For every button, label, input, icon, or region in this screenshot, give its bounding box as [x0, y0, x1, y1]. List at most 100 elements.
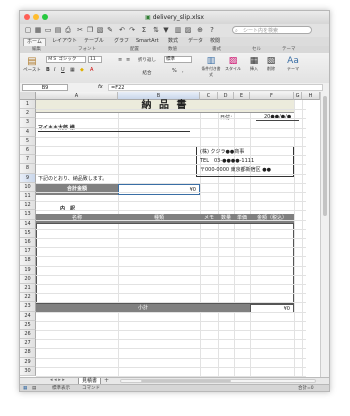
row-header[interactable]: 10: [20, 182, 36, 192]
help-icon[interactable]: ?: [208, 26, 216, 34]
new-doc-icon[interactable]: ▢: [24, 26, 32, 34]
underline-button[interactable]: U: [61, 67, 65, 73]
comma-icon[interactable]: ,: [182, 68, 184, 74]
theme-button[interactable]: Aa テーマ: [282, 56, 304, 72]
row-header[interactable]: 13: [20, 210, 36, 220]
search-field[interactable]: ⌕ シート内を検索: [232, 26, 312, 34]
styles-button[interactable]: ▨ スタイル: [224, 56, 242, 72]
row-header[interactable]: 21: [20, 284, 36, 294]
formula-input[interactable]: =F22: [108, 84, 323, 91]
align-left-icon[interactable]: ≡: [118, 57, 122, 63]
font-name-select[interactable]: ＭＳ ゴシック: [46, 56, 86, 63]
tab-layout[interactable]: レイアウト: [52, 38, 77, 45]
fx-icon[interactable]: fx: [98, 83, 103, 92]
sheet-nav-arrows[interactable]: ◂ ◂ ▸ ▸: [50, 377, 65, 383]
fill-color-icon[interactable]: ◆: [80, 67, 84, 73]
row-header[interactable]: 8: [20, 164, 36, 174]
redo-icon[interactable]: ↷: [128, 26, 136, 34]
toolbox-icon[interactable]: ▨: [184, 26, 192, 34]
row-header[interactable]: 7: [20, 155, 36, 165]
tab-review[interactable]: 校閲: [210, 38, 220, 45]
row-header[interactable]: 22: [20, 293, 36, 303]
font-size-select[interactable]: 11: [88, 56, 102, 63]
col-header-g[interactable]: G: [294, 92, 302, 100]
print-icon[interactable]: ⎙: [64, 26, 72, 34]
worksheet-grid[interactable]: A B C D E F G H 納 品 書 日付： 20●●/●/● マイ＊＊太…: [20, 92, 329, 377]
row-header[interactable]: 15: [20, 228, 36, 238]
normal-view-icon[interactable]: ▦: [23, 385, 27, 391]
row-header[interactable]: 29: [20, 357, 36, 367]
paste-button[interactable]: ▤ ペースト: [23, 56, 41, 73]
row-header[interactable]: 28: [20, 348, 36, 358]
row-header[interactable]: 16: [20, 238, 36, 248]
add-sheet-button[interactable]: +: [104, 377, 109, 384]
tab-home[interactable]: ホーム: [23, 38, 46, 46]
row-header[interactable]: 25: [20, 320, 36, 330]
save-icon[interactable]: ▤: [54, 26, 62, 34]
row-header[interactable]: 9: [20, 173, 36, 183]
filter-icon[interactable]: ▼: [162, 26, 170, 34]
tab-smartart[interactable]: SmartArt: [136, 38, 159, 45]
scroll-thumb[interactable]: [323, 96, 327, 216]
italic-button[interactable]: I: [54, 67, 55, 73]
row-header[interactable]: 1: [20, 100, 36, 110]
row-header[interactable]: 6: [20, 146, 36, 156]
row-header[interactable]: 20: [20, 274, 36, 284]
h-scroll-thumb[interactable]: [141, 380, 231, 382]
wrap-text-button[interactable]: 折り返し: [138, 57, 156, 63]
zoom-icon[interactable]: ⊕: [196, 26, 204, 34]
row-header[interactable]: 14: [20, 219, 36, 229]
sort-icon[interactable]: ⇅: [152, 26, 160, 34]
col-header-c[interactable]: C: [200, 92, 218, 100]
horizontal-scrollbar[interactable]: [120, 379, 316, 383]
row-header[interactable]: 17: [20, 247, 36, 257]
vertical-scrollbar[interactable]: [320, 92, 329, 377]
row-header[interactable]: 26: [20, 330, 36, 340]
col-header-d[interactable]: D: [218, 92, 234, 100]
template-icon[interactable]: ▦: [34, 26, 42, 34]
row-header[interactable]: 30: [20, 366, 36, 376]
copy-icon[interactable]: ❐: [86, 26, 94, 34]
minimize-window-button[interactable]: [33, 14, 39, 20]
col-header-b[interactable]: B: [118, 92, 200, 100]
row-header[interactable]: 3: [20, 118, 36, 128]
row-header[interactable]: 5: [20, 136, 36, 146]
col-header-a[interactable]: A: [36, 92, 118, 100]
open-icon[interactable]: ▭: [44, 26, 52, 34]
col-header-f[interactable]: F: [250, 92, 294, 100]
border-icon[interactable]: ▦: [70, 67, 75, 73]
total-value-cell[interactable]: ¥0: [118, 184, 200, 195]
conditional-format-button[interactable]: ▥ 条件付き書式: [200, 56, 222, 78]
row-header[interactable]: 11: [20, 192, 36, 202]
row-header[interactable]: 27: [20, 339, 36, 349]
delete-cells-button[interactable]: ▧ 削除: [264, 56, 278, 72]
tab-data[interactable]: データ: [188, 38, 203, 45]
row-header[interactable]: 4: [20, 127, 36, 137]
zoom-window-button[interactable]: [42, 14, 48, 20]
font-color-icon[interactable]: A: [90, 67, 93, 73]
row-header[interactable]: 24: [20, 311, 36, 321]
page-layout-icon[interactable]: ▤: [32, 385, 36, 391]
close-window-button[interactable]: [24, 14, 30, 20]
merge-button[interactable]: 結合: [138, 70, 156, 76]
number-format-select[interactable]: 標準: [164, 56, 192, 63]
cut-icon[interactable]: ✂: [76, 26, 84, 34]
insert-cells-button[interactable]: ▦ 挿入: [246, 56, 262, 72]
col-header-h[interactable]: H: [302, 92, 320, 100]
align-center-icon[interactable]: ≡: [126, 57, 130, 63]
row-header[interactable]: 19: [20, 265, 36, 275]
percent-icon[interactable]: %: [172, 68, 177, 74]
undo-icon[interactable]: ↶: [118, 26, 126, 34]
tab-tables[interactable]: テーブル: [84, 38, 104, 45]
bold-button[interactable]: B: [46, 67, 50, 73]
format-painter-icon[interactable]: ✎: [106, 26, 114, 34]
paste-icon[interactable]: ▧: [96, 26, 104, 34]
row-header[interactable]: 12: [20, 201, 36, 211]
gallery-icon[interactable]: ▥: [174, 26, 182, 34]
row-header[interactable]: 23: [20, 302, 36, 312]
row-header[interactable]: 2: [20, 109, 36, 119]
tab-formulas[interactable]: 数式: [168, 38, 178, 45]
autosum-icon[interactable]: Σ: [140, 26, 148, 34]
tab-charts[interactable]: グラフ: [114, 38, 129, 45]
name-box[interactable]: B9: [22, 84, 68, 91]
